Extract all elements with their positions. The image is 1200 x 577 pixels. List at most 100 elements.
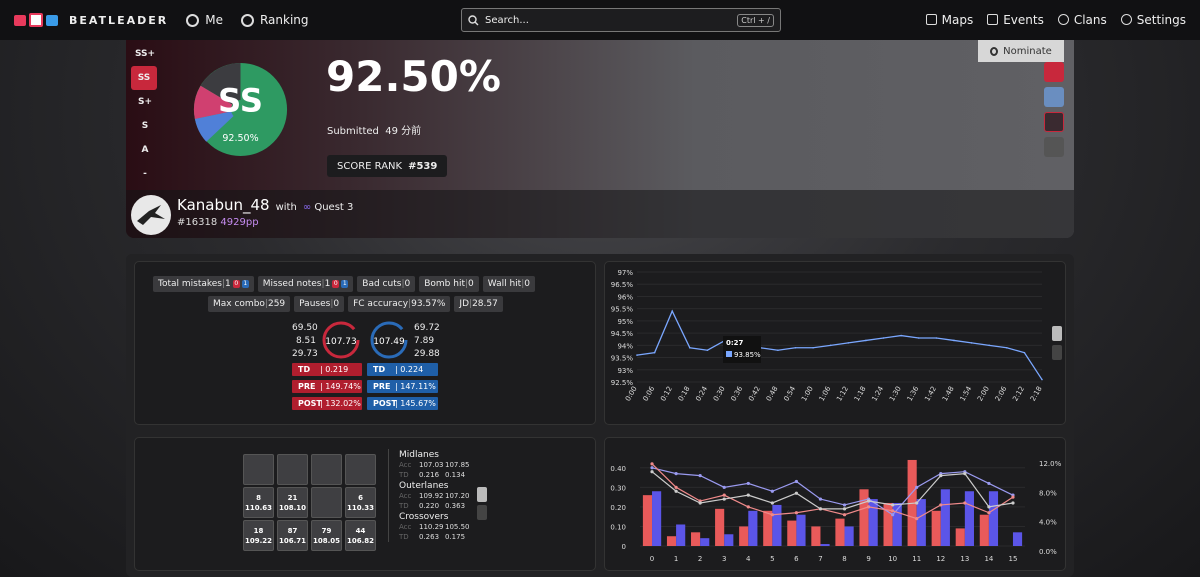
stat-tag: Bomb hit | 0: [419, 276, 479, 292]
nav-maps[interactable]: Maps: [925, 13, 973, 27]
grid-cell-count: 8: [256, 494, 261, 502]
trend-point: [794, 479, 799, 484]
grid-cell[interactable]: 18 109.22: [243, 520, 274, 551]
lane-row: Acc 110.29 105.50: [399, 522, 478, 532]
right-num: 69.72: [414, 323, 440, 333]
histogram-bar: [652, 491, 662, 546]
logo[interactable]: BEATLEADER: [14, 13, 168, 27]
rank-item[interactable]: SS+: [130, 42, 160, 66]
nominate-button[interactable]: Nominate: [978, 40, 1064, 62]
lane-value: 0.134: [445, 471, 466, 479]
y-tick-label: 95%: [617, 318, 633, 326]
rank-item[interactable]: S: [130, 114, 160, 138]
accuracy-point: [917, 337, 920, 339]
player-name[interactable]: Kanabun_48: [177, 196, 270, 214]
stat-tag-value: 93.57%: [411, 299, 446, 309]
stat-tag: Missed notes | 101: [257, 276, 354, 292]
trend-point: [794, 511, 799, 515]
right-post-bar: POST | 145.67%: [367, 397, 438, 410]
brand-name: BEATLEADER: [69, 13, 169, 27]
grid-cell-count: 21: [287, 494, 298, 502]
trend-point: [915, 517, 919, 521]
grid-cell[interactable]: [277, 454, 308, 485]
grid-cell[interactable]: [345, 454, 376, 485]
nav-settings[interactable]: Settings: [1120, 13, 1186, 27]
rank-badge-donut: SS 92.50%: [193, 62, 288, 157]
play-icon[interactable]: [1044, 112, 1064, 132]
nav-clans[interactable]: Clans: [1057, 13, 1107, 27]
nav-ranking[interactable]: Ranking: [240, 13, 309, 27]
grid-scroll-down[interactable]: [477, 505, 487, 520]
trend-point: [866, 499, 871, 503]
grid-cell[interactable]: [243, 454, 274, 485]
player-name-row: Kanabun_48 with ∞ Quest 3: [177, 196, 353, 214]
stat-tag-label: Pauses: [299, 299, 331, 309]
accuracy-point: [1041, 378, 1043, 381]
left-hand-avg: 107.73: [325, 337, 357, 347]
grid-scroll-up[interactable]: [477, 487, 487, 502]
stat-tag-value: 28.57: [472, 299, 498, 309]
nav-events[interactable]: Events: [987, 13, 1044, 27]
right-pre-value: 147.11%: [400, 382, 436, 391]
lane-row-label: TD: [399, 471, 409, 479]
stats-icon[interactable]: [1044, 87, 1064, 107]
rank-item[interactable]: A: [130, 138, 160, 162]
stat-tag: Total mistakes | 101: [153, 276, 254, 292]
trend-point: [770, 489, 774, 493]
y-tick-label: 93.5%: [611, 355, 634, 363]
grid-cell[interactable]: [311, 454, 342, 485]
post-label: POST: [373, 399, 397, 408]
trend-point: [650, 466, 654, 470]
stat-tag-label: Max combo: [213, 299, 265, 309]
nominate-label: Nominate: [1003, 45, 1052, 57]
x-tick-label: 1:00: [800, 385, 815, 403]
chart-scroll-down[interactable]: [1052, 345, 1062, 360]
x-tick-label: 3: [722, 555, 726, 563]
x-tick-label: 0:48: [765, 385, 780, 403]
grid-cell[interactable]: 8 110.63: [243, 487, 274, 518]
grid-cell[interactable]: 44 106.82: [345, 520, 376, 551]
gear-icon: [1120, 14, 1132, 25]
trend-point: [746, 481, 750, 486]
x-tick-label: 2:00: [976, 385, 991, 403]
search-input[interactable]: Search... Ctrl + /: [461, 8, 781, 32]
avatar[interactable]: [131, 195, 171, 235]
trend-point: [1011, 501, 1015, 505]
rank-item[interactable]: S+: [130, 90, 160, 114]
accuracy-point: [865, 339, 867, 342]
x-tick-label: 0: [650, 555, 654, 563]
x-tick-label: 2:12: [1011, 385, 1026, 403]
grid-cell-acc: 106.82: [346, 537, 374, 545]
histogram-bar: [796, 514, 806, 546]
accuracy-value: 92.50%: [326, 52, 501, 101]
right-num: 7.89: [414, 336, 435, 346]
histogram-bar: [844, 526, 854, 546]
x-tick-label: 1:48: [941, 385, 956, 403]
grid-cell[interactable]: [311, 487, 342, 518]
grid-cell[interactable]: 79 108.05: [311, 520, 342, 551]
replay-icon[interactable]: [1044, 62, 1064, 82]
grid-cell[interactable]: 87 106.71: [277, 520, 308, 551]
pre-label: PRE: [373, 382, 391, 391]
y2-tick-label: 0.0%: [1039, 548, 1057, 556]
stat-tag-label: Missed notes: [262, 279, 322, 289]
stat-tag: Bad cuts | 0: [357, 276, 416, 292]
submitted-value: 49 分前: [385, 126, 422, 137]
nav-me-label: Me: [205, 13, 223, 27]
rank-item[interactable]: SS: [131, 66, 157, 90]
lane-row-label: Acc: [399, 492, 412, 500]
grid-cell[interactable]: 21 108.10: [277, 487, 308, 518]
chart-scroll-up[interactable]: [1052, 326, 1062, 341]
pre-label: PRE: [298, 382, 316, 391]
trend-point: [722, 485, 726, 489]
chart-tooltip: 0:27 93.85%: [723, 336, 761, 363]
nav-me[interactable]: Me: [186, 13, 223, 27]
download-icon[interactable]: [1044, 137, 1064, 157]
grid-cell[interactable]: 6 110.33: [345, 487, 376, 518]
trend-point: [987, 511, 991, 515]
stat-tag-value: 1: [324, 279, 331, 289]
stat-pill: 0: [232, 280, 240, 288]
trend-line: [651, 467, 1014, 516]
right-td-value: 0.224: [400, 365, 424, 374]
rank-item[interactable]: -: [130, 162, 160, 186]
